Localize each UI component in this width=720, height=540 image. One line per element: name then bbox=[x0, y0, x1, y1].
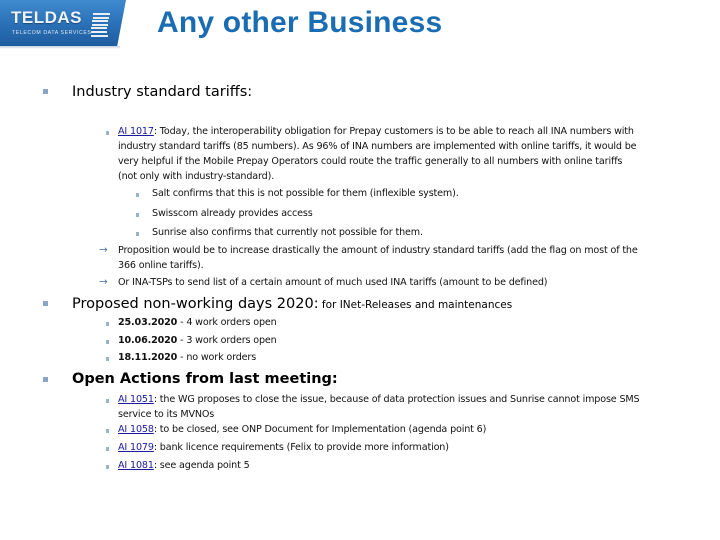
bullet-icon bbox=[136, 193, 139, 197]
page-title: Any other Business bbox=[157, 6, 443, 39]
bullet-icon bbox=[136, 213, 139, 217]
list-item-salt: Salt confirms that this is not possible … bbox=[152, 188, 459, 199]
list-item-proposition: Proposition would be to increase drastic… bbox=[118, 245, 638, 271]
list-item-sunrise: Sunrise also confirms that currently not… bbox=[152, 227, 423, 238]
list-item-ai-1017: AI 1017: Today, the interoperability obl… bbox=[118, 126, 637, 182]
bullet-icon bbox=[106, 465, 109, 469]
bullet-icon bbox=[106, 340, 109, 344]
logo-tagline: Telecom Data Services bbox=[12, 30, 92, 36]
bullet-icon bbox=[106, 322, 109, 326]
list-item-date: 25.03.2020 - 4 work orders open bbox=[118, 317, 277, 328]
list-item-ai-1079: AI 1079: bank licence requirements (Feli… bbox=[118, 442, 449, 453]
ai-1058-link[interactable]: AI 1058 bbox=[118, 424, 154, 435]
logo-wordmark: TELDAS bbox=[11, 8, 82, 27]
bullet-icon bbox=[106, 447, 109, 451]
bullet-icon bbox=[106, 399, 109, 403]
bullet-icon bbox=[43, 377, 48, 382]
logo-stripes-icon bbox=[91, 13, 110, 37]
ai-1081-link[interactable]: AI 1081 bbox=[118, 460, 154, 471]
bullet-icon bbox=[106, 357, 109, 361]
list-item-swisscom: Swisscom already provides access bbox=[152, 208, 313, 219]
bullet-icon bbox=[43, 89, 48, 94]
ai-1079-link[interactable]: AI 1079 bbox=[118, 442, 154, 453]
ai-1017-link[interactable]: AI 1017 bbox=[118, 126, 154, 137]
list-item-ai-1058: AI 1058: to be closed, see ONP Document … bbox=[118, 424, 487, 435]
bullet-icon bbox=[106, 429, 109, 433]
bullet-icon bbox=[106, 131, 109, 135]
list-item-ai-1051: AI 1051: the WG proposes to close the is… bbox=[118, 394, 640, 420]
list-item-date: 18.11.2020 - no work orders bbox=[118, 352, 257, 363]
section-heading: Proposed non-working days 2020: for INet… bbox=[72, 296, 513, 312]
ai-1051-link[interactable]: AI 1051 bbox=[118, 394, 154, 405]
list-item-ai-1081: AI 1081: see agenda point 5 bbox=[118, 460, 250, 471]
logo-shadow bbox=[0, 46, 120, 49]
section-heading: Open Actions from last meeting: bbox=[72, 371, 338, 387]
bullet-icon bbox=[43, 301, 48, 306]
arrow-right-icon: → bbox=[99, 276, 108, 288]
section-heading: Industry standard tariffs: bbox=[72, 84, 253, 100]
arrow-right-icon: → bbox=[99, 244, 108, 256]
list-item-ina-tsps: Or INA-TSPs to send list of a certain am… bbox=[118, 277, 548, 288]
bullet-icon bbox=[136, 232, 139, 236]
list-item-date: 10.06.2020 - 3 work orders open bbox=[118, 335, 277, 346]
